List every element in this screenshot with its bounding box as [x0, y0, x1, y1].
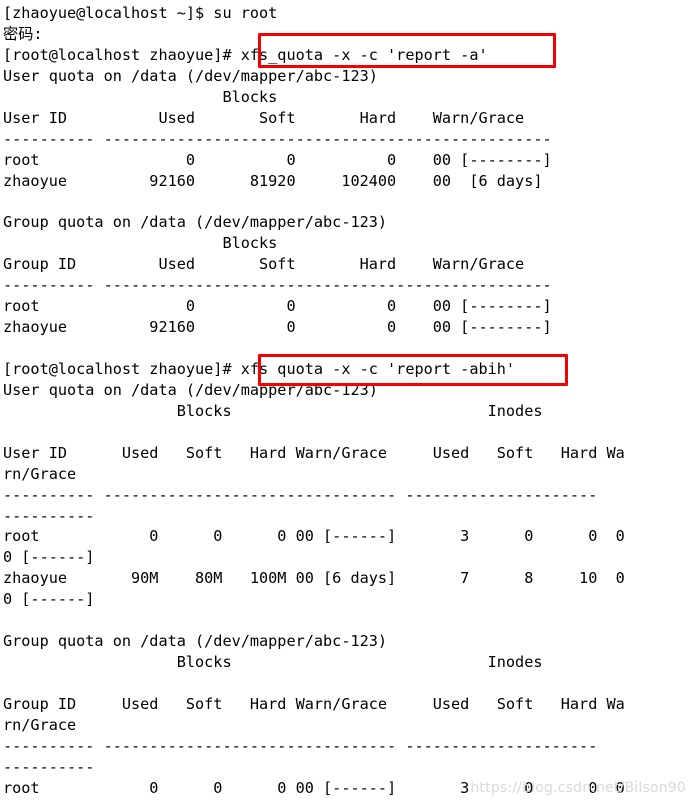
terminal-line: [root@localhost zhaoyue]# xfs_quota -x -…	[3, 45, 488, 64]
terminal-line: ---------- -----------------------------…	[3, 276, 552, 295]
terminal-line: [zhaoyue@localhost ~]$ su root	[3, 4, 278, 22]
terminal-line: zhaoyue 92160 81920 102400 00 [6 days]	[3, 171, 543, 190]
terminal-line: root 0 0 0 00 [--------]	[3, 297, 552, 316]
terminal-line: root 0 0 0 00 [------] 3 0 0 0	[3, 778, 625, 797]
terminal-line: 0 [------]	[3, 590, 95, 609]
terminal-line: Group quota on /data (/dev/mapper/abc-12…	[3, 213, 388, 232]
terminal-line: 密码:	[3, 24, 43, 43]
terminal-line: ----------	[3, 757, 95, 776]
terminal-screenshot: [zhaoyue@localhost ~]$ su root 密码: [root@l…	[0, 0, 692, 806]
terminal-line: Blocks	[3, 87, 278, 106]
terminal-line: root 0 0 0 00 [--------]	[3, 150, 552, 169]
terminal-line: User quota on /data (/dev/mapper/abc-123…	[3, 66, 378, 85]
terminal-output[interactable]: [zhaoyue@localhost ~]$ su root 密码: [root@l…	[0, 0, 692, 799]
terminal-line: rn/Grace	[3, 464, 77, 483]
terminal-line: zhaoyue 90M 80M 100M 00 [6 days] 7 8 10 …	[3, 569, 625, 588]
terminal-line: Group ID Used Soft Hard Warn/Grace Used …	[3, 694, 625, 713]
terminal-line: User quota on /data (/dev/mapper/abc-123…	[3, 380, 378, 399]
terminal-line: Group ID Used Soft Hard Warn/Grace	[3, 255, 525, 274]
terminal-line: Blocks Inodes	[3, 653, 543, 672]
terminal-line: 0 [------]	[3, 548, 95, 567]
terminal-line: ---------- -----------------------------…	[3, 485, 598, 504]
terminal-line: Blocks	[3, 234, 278, 253]
terminal-line: rn/Grace	[3, 715, 77, 734]
terminal-line: ---------- -----------------------------…	[3, 129, 552, 148]
terminal-line: zhaoyue 92160 0 0 00 [--------]	[3, 318, 552, 337]
terminal-line: Group quota on /data (/dev/mapper/abc-12…	[3, 632, 388, 651]
terminal-line: ----------	[3, 506, 95, 525]
terminal-line: User ID Used Soft Hard Warn/Grace Used S…	[3, 443, 625, 462]
terminal-line: Blocks Inodes	[3, 401, 543, 420]
terminal-line: root 0 0 0 00 [------] 3 0 0 0	[3, 527, 625, 546]
terminal-line: ---------- -----------------------------…	[3, 736, 598, 755]
terminal-line: User ID Used Soft Hard Warn/Grace	[3, 108, 525, 127]
terminal-line: [root@localhost zhaoyue]# xfs quota -x -…	[3, 359, 516, 378]
